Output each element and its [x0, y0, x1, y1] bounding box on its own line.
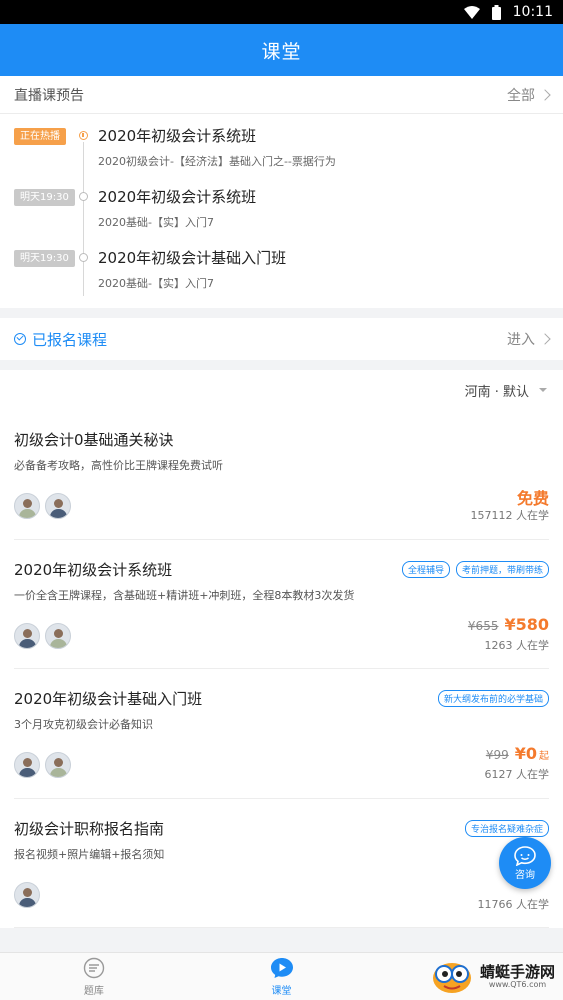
- course-tags: 专治报名疑难杂症: [464, 819, 549, 837]
- page-title: 课堂: [261, 40, 302, 63]
- live-item-title: 2020年初级会计系统班: [98, 127, 257, 145]
- timeline-dot: [79, 131, 88, 140]
- tab-question-bank[interactable]: 题库: [0, 953, 188, 1000]
- course-tag: 专治报名疑难杂症: [464, 819, 549, 837]
- live-item-subtitle: 2020基础-【实】入门7: [98, 277, 214, 290]
- course-description: 3个月攻克初级会计必备知识: [14, 718, 153, 731]
- current-price: ¥0 起: [515, 744, 549, 763]
- teacher-avatars: [14, 881, 40, 908]
- question-bank-icon: [83, 957, 105, 978]
- check-circle-icon: [14, 333, 26, 345]
- live-item[interactable]: 正在热播 2020年初级会计系统班 2020初级会计-【经济法】基础入门之--票…: [0, 122, 563, 183]
- enrolled-courses-row[interactable]: 已报名课程 进入: [0, 318, 563, 360]
- region-sort-filter[interactable]: 河南 · 默认: [0, 370, 563, 410]
- course-card[interactable]: 初级会计0基础通关秘诀 必备备考攻略，高性价比王牌课程免费试听 免费 15711…: [14, 410, 549, 540]
- live-item-title: 2020年初级会计基础入门班: [98, 249, 287, 267]
- learner-count: 1263 人在学: [484, 638, 550, 652]
- tab-label: 题库: [83, 985, 104, 997]
- course-tag: 考前押题，带刷带练: [455, 560, 549, 578]
- status-time: 10:11: [512, 4, 553, 20]
- enter-label: 进入: [507, 332, 535, 348]
- consult-label: 咨询: [515, 869, 535, 881]
- course-title: 2020年初级会计基础入门班: [14, 690, 203, 708]
- current-price: 免费: [516, 489, 549, 508]
- live-preview-title: 直播课预告: [14, 87, 84, 104]
- course-list: 河南 · 默认 初级会计0基础通关秘诀 必备备考攻略，高性价比王牌课程免费试听 …: [0, 370, 563, 928]
- price-value: ¥0: [514, 744, 537, 763]
- course-card[interactable]: 2020年初级会计系统班 全程辅导 考前押题，带刷带练 一价全含王牌课程，含基础…: [14, 540, 550, 669]
- consult-button[interactable]: 咨询: [499, 837, 551, 889]
- original-price: ¥99: [485, 748, 509, 762]
- watermark-name: 蜻蜓手游网: [479, 962, 555, 981]
- view-all-live-link[interactable]: 全部: [507, 85, 551, 105]
- avatar: [45, 622, 71, 649]
- timeline-dot: [79, 192, 88, 201]
- dropdown-arrow-icon: [539, 388, 547, 392]
- course-description: 报名视频+照片编辑+报名须知: [14, 847, 165, 861]
- learner-count: 6127 人在学: [484, 768, 550, 781]
- avatar: [14, 622, 40, 649]
- view-all-label: 全部: [507, 87, 535, 104]
- timeline-dot: [79, 253, 88, 262]
- teacher-avatars: [14, 622, 71, 649]
- live-item-subtitle: 2020基础-【实】入门7: [98, 216, 214, 229]
- course-price: 免费: [517, 485, 549, 509]
- course-card[interactable]: 初级会计职称报名指南 专治报名疑难杂症 报名视频+照片编辑+报名须知 11766…: [14, 799, 550, 928]
- schedule-badge: 明天19:30: [14, 189, 75, 206]
- classroom-play-icon: [270, 957, 293, 978]
- live-item-subtitle: 2020初级会计-【经济法】基础入门之--票据行为: [98, 155, 336, 168]
- course-tags: 全程辅导 考前押题，带刷带练: [401, 560, 549, 578]
- course-tags: 新大纲发布前的必学基础: [437, 690, 549, 707]
- chat-bubble-icon: [514, 845, 536, 866]
- chevron-right-icon: [539, 88, 551, 101]
- course-title: 2020年初级会计系统班: [14, 560, 173, 579]
- dragonfly-logo-icon: [432, 963, 471, 993]
- live-now-badge: 正在热播: [14, 128, 66, 145]
- course-tag: 新大纲发布前的必学基础: [437, 690, 549, 707]
- wifi-icon: [463, 5, 480, 19]
- teacher-avatars: [14, 752, 71, 778]
- battery-icon: [491, 4, 501, 20]
- chevron-right-icon: [539, 333, 551, 345]
- filter-label: 河南 · 默认: [464, 384, 529, 400]
- tab-label: 课堂: [271, 985, 292, 997]
- current-price: ¥580: [504, 614, 549, 634]
- status-bar: 10:11: [0, 0, 563, 24]
- avatar: [45, 752, 71, 778]
- avatar: [14, 881, 40, 908]
- site-watermark: 蜻蜓手游网 www.QT6.com: [430, 956, 555, 996]
- live-item[interactable]: 明天19:30 2020年初级会计系统班 2020基础-【实】入门7: [0, 183, 563, 244]
- learner-count: 11766 人在学: [477, 897, 550, 911]
- course-title: 初级会计0基础通关秘诀: [14, 431, 174, 449]
- price-suffix: 起: [539, 751, 549, 762]
- live-preview-header: 直播课预告 全部: [0, 76, 563, 114]
- watermark-url: www.QT6.com: [488, 979, 547, 989]
- teacher-avatars: [14, 493, 71, 519]
- app-bar: 课堂: [0, 24, 563, 76]
- avatar: [14, 752, 40, 778]
- tab-classroom[interactable]: 课堂: [188, 953, 376, 1000]
- enter-link[interactable]: 进入: [507, 329, 551, 349]
- course-price: ¥655 ¥580: [468, 615, 549, 634]
- live-preview-section: 直播课预告 全部 正在热播 2020年初级会计系统班 2020初级会计-【经济法…: [0, 76, 563, 308]
- course-price: ¥99 ¥0 起: [486, 744, 549, 763]
- course-description: 必备备考攻略，高性价比王牌课程免费试听: [14, 459, 223, 472]
- enrolled-courses-label: 已报名课程: [32, 330, 108, 349]
- live-item-title: 2020年初级会计系统班: [98, 188, 257, 206]
- original-price: ¥655: [467, 618, 499, 633]
- course-card[interactable]: 2020年初级会计基础入门班 新大纲发布前的必学基础 3个月攻克初级会计必备知识…: [14, 669, 549, 799]
- course-description: 一价全含王牌课程，含基础班+精讲班+冲刺班，全程8本教材3次发货: [14, 588, 355, 602]
- avatar: [45, 493, 71, 519]
- course-title: 初级会计职称报名指南: [14, 819, 165, 838]
- live-item[interactable]: 明天19:30 2020年初级会计基础入门班 2020基础-【实】入门7: [0, 244, 563, 305]
- schedule-badge: 明天19:30: [14, 250, 75, 267]
- live-timeline: 正在热播 2020年初级会计系统班 2020初级会计-【经济法】基础入门之--票…: [0, 114, 563, 308]
- learner-count: 157112 人在学: [470, 509, 550, 522]
- course-tag: 全程辅导: [401, 560, 450, 578]
- avatar: [14, 493, 40, 519]
- bottom-tab-bar: 题库 课堂 蜻蜓手游网 www.QT6.com: [0, 952, 563, 1000]
